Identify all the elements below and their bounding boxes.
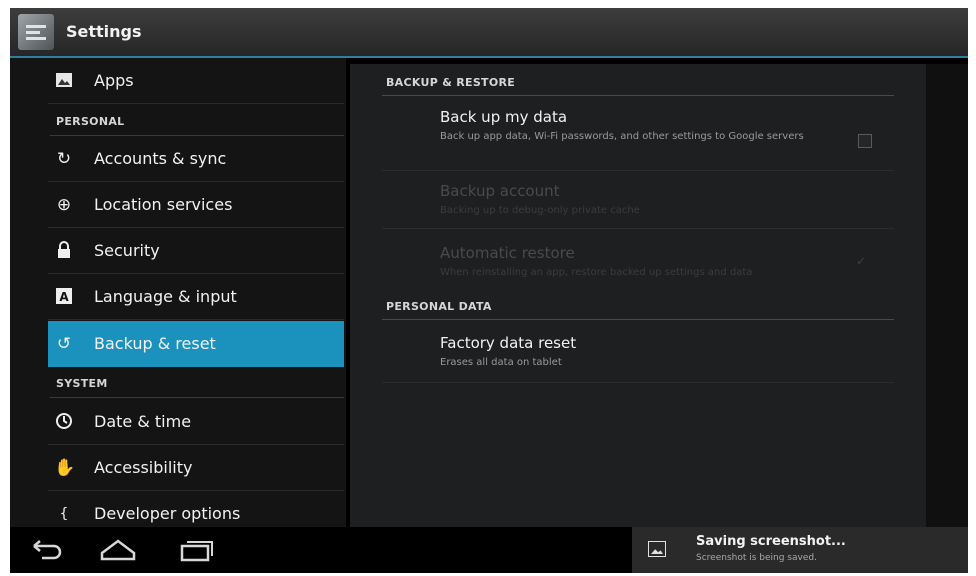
sidebar-item-security[interactable]: Security	[48, 228, 344, 274]
backup-icon: ↺	[56, 334, 72, 354]
tablet-screen: Settings Apps PERSONAL ↻ Accounts & sync…	[10, 8, 968, 573]
braces-icon: { }	[59, 506, 69, 527]
sidebar-item-label: Accessibility	[94, 458, 193, 477]
app-title: Settings	[66, 22, 142, 41]
sidebar-item-apps[interactable]: Apps	[48, 58, 344, 104]
section-header-system: SYSTEM	[56, 377, 108, 390]
sidebar-item-label: Date & time	[94, 412, 192, 431]
notification-text: Screenshot is being saved.	[696, 553, 817, 563]
sidebar-item-label: Language & input	[94, 287, 237, 306]
sidebar-item-accessibility[interactable]: ✋ Accessibility	[48, 445, 344, 491]
notification-title: Saving screenshot...	[696, 534, 846, 549]
system-bar: Saving screenshot... Screenshot is being…	[10, 527, 968, 573]
divider	[382, 170, 894, 171]
back-icon[interactable]	[24, 535, 68, 565]
sidebar-item-label: Apps	[94, 71, 134, 90]
language-icon: A	[54, 287, 74, 307]
panel-edge	[926, 64, 968, 527]
image-icon	[648, 541, 666, 557]
sidebar-item-label: Security	[94, 241, 160, 260]
pref-title: Back up my data	[440, 108, 568, 126]
recent-apps-icon[interactable]	[174, 535, 218, 565]
section-header-personal-data: PERSONAL DATA	[386, 300, 492, 313]
sidebar-item-label: Developer options	[94, 504, 241, 523]
pref-summary: When reinstalling an app, restore backed…	[440, 267, 753, 278]
section-header-backup-restore: BACKUP & RESTORE	[386, 76, 516, 89]
sidebar-item-backup-reset[interactable]: ↺ Backup & reset	[48, 321, 344, 367]
sync-icon: ↻	[56, 149, 72, 169]
sidebar-item-location-services[interactable]: ⊕ Location services	[48, 182, 344, 228]
sidebar-item-label: Location services	[94, 195, 233, 214]
sidebar-item-date-time[interactable]: Date & time	[48, 399, 344, 445]
divider	[50, 397, 344, 398]
divider	[382, 319, 894, 320]
location-icon: ⊕	[56, 195, 72, 215]
divider	[382, 228, 894, 229]
screenshot-notification[interactable]: Saving screenshot... Screenshot is being…	[632, 527, 968, 573]
pref-title: Factory data reset	[440, 334, 577, 352]
divider	[382, 95, 894, 96]
backup-reset-panel: BACKUP & RESTORE Back up my data Back up…	[350, 64, 926, 527]
backup-checkbox[interactable]	[858, 134, 872, 148]
divider	[382, 382, 894, 383]
hand-icon: ✋	[54, 458, 76, 478]
clock-icon	[54, 412, 74, 432]
apps-icon	[54, 71, 74, 91]
sidebar-item-accounts-sync[interactable]: ↻ Accounts & sync	[48, 136, 344, 182]
action-bar: Settings	[10, 8, 968, 58]
lock-icon	[54, 241, 74, 261]
settings-app-icon[interactable]	[18, 14, 54, 50]
sidebar-item-label: Accounts & sync	[94, 149, 227, 168]
pref-title: Automatic restore	[440, 244, 575, 262]
pref-summary: Backing up to debug-only private cache	[440, 205, 640, 216]
pref-summary: Erases all data on tablet	[440, 357, 562, 368]
sidebar-item-developer-options[interactable]: { } Developer options	[48, 491, 344, 527]
sidebar-item-language-input[interactable]: A Language & input	[48, 274, 344, 320]
section-header-personal: PERSONAL	[56, 115, 125, 128]
sidebar-item-label: Backup & reset	[94, 334, 216, 353]
restore-check-icon: ✓	[856, 254, 867, 268]
home-icon[interactable]	[96, 535, 140, 565]
settings-sidebar: Apps PERSONAL ↻ Accounts & sync ⊕ Locati…	[10, 58, 346, 527]
pref-title: Backup account	[440, 182, 560, 200]
pref-summary: Back up app data, Wi-Fi passwords, and o…	[440, 131, 804, 142]
svg-text:A: A	[59, 290, 69, 304]
